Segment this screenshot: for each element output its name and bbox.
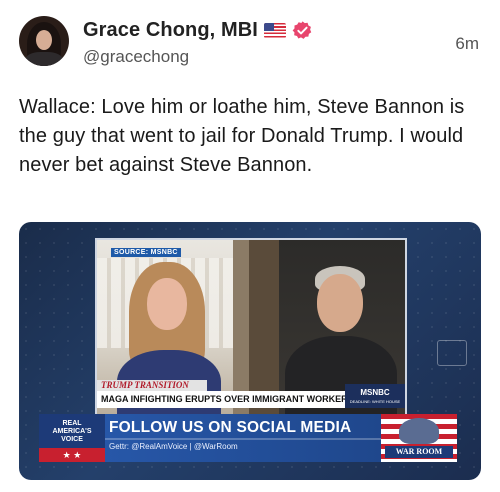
social-media-banner: REAL AMERICA'S VOICE ★ ★ FOLLOW US ON SO…: [39, 414, 457, 462]
network-program: DEADLINE: WHITE HOUSE: [349, 399, 401, 404]
network-name: MSNBC: [360, 388, 390, 397]
eagle-icon: [399, 418, 439, 444]
tv-screen-inset: SOURCE: MSNBC TRUMP TRANSITION MAGA INFI…: [95, 238, 407, 418]
author-handle[interactable]: @gracechong: [83, 47, 189, 67]
author-avatar[interactable]: [19, 16, 69, 66]
network-logo: MSNBC DEADLINE: WHITE HOUSE: [345, 384, 405, 408]
rav-logo: REAL AMERICA'S VOICE ★ ★: [39, 414, 105, 462]
warroom-label: WAR ROOM: [385, 446, 453, 458]
chyron-headline: MAGA INFIGHTING ERUPTS OVER IMMIGRANT WO…: [97, 391, 345, 408]
rav-stars: ★ ★: [39, 448, 105, 462]
post-text: Wallace: Love him or loathe him, Steve B…: [19, 96, 465, 176]
warroom-logo: WAR ROOM: [381, 414, 457, 462]
post-card[interactable]: Grace Chong, MBI @gracechong 6m Wallace:…: [0, 0, 500, 492]
post-media-video[interactable]: SOURCE: MSNBC TRUMP TRANSITION MAGA INFI…: [19, 222, 481, 480]
follow-banner: FOLLOW US ON SOCIAL MEDIA Gettr: @RealAm…: [105, 414, 381, 462]
banner-title: FOLLOW US ON SOCIAL MEDIA: [109, 419, 352, 436]
news-chyron: TRUMP TRANSITION MAGA INFIGHTING ERUPTS …: [97, 380, 405, 416]
verified-badge-icon: [292, 20, 312, 39]
chyron-topic: TRUMP TRANSITION: [97, 380, 207, 391]
banner-subtitle: Gettr: @RealAmVoice | @WarRoom: [109, 442, 238, 451]
avatar-face: [36, 30, 52, 50]
source-tag: SOURCE: MSNBC: [111, 248, 181, 257]
avatar-body: [25, 52, 63, 66]
post-timestamp: 6m: [455, 34, 479, 53]
author-name-row: Grace Chong, MBI: [83, 17, 313, 43]
studio-watermark-icon: [437, 340, 467, 366]
us-flag-icon: [263, 22, 286, 38]
author-display-name[interactable]: Grace Chong, MBI: [83, 19, 258, 42]
